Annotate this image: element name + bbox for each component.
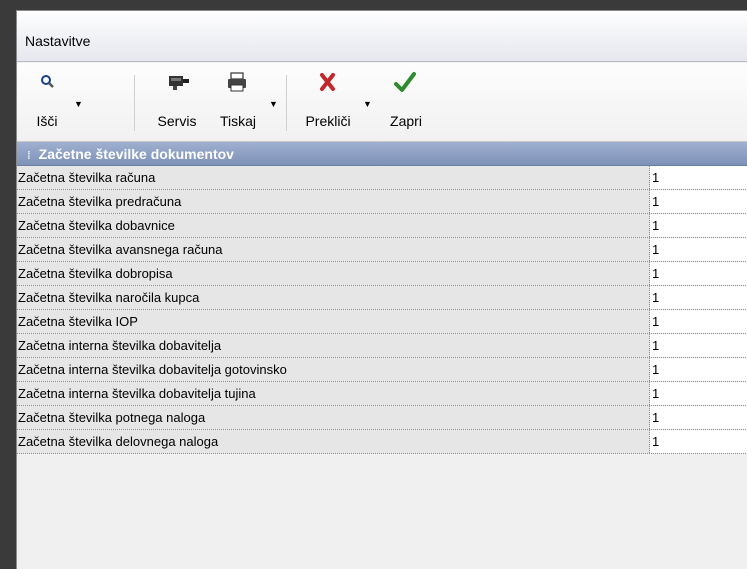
property-row[interactable]: Začetna interna številka dobavitelja got… [17, 358, 747, 382]
print-button-label: Tiskaj [219, 113, 257, 129]
tools-icon [147, 71, 207, 95]
collapse-grip-icon[interactable]: ⁞ [27, 150, 31, 162]
property-value[interactable]: 1 [650, 430, 747, 453]
toolbar-separator [134, 75, 135, 131]
search-icon [27, 71, 67, 95]
printer-icon [213, 71, 263, 95]
property-value[interactable]: 1 [650, 214, 747, 237]
property-label: Začetna številka računa [17, 166, 650, 189]
close-button[interactable]: Zapri [384, 71, 428, 131]
property-label: Začetna številka avansnega računa [17, 238, 650, 261]
title-bar: Nastavitve [17, 11, 747, 62]
search-dropdown-arrow[interactable]: ▼ [74, 99, 83, 109]
settings-window: Nastavitve Išči ▼ Servis Tiskaj ▼ Prekli… [16, 10, 747, 569]
property-value[interactable]: 1 [650, 166, 747, 189]
property-row[interactable]: Začetna številka predračuna 1 [17, 190, 747, 214]
cancel-button-label: Prekliči [305, 113, 351, 129]
search-button-label: Išči [36, 113, 58, 129]
window-title: Nastavitve [25, 33, 91, 49]
property-row[interactable]: Začetna interna številka dobavitelja tuj… [17, 382, 747, 406]
property-value[interactable]: 1 [650, 238, 747, 261]
property-value[interactable]: 1 [650, 334, 747, 357]
search-button[interactable]: Išči [27, 71, 67, 131]
property-row[interactable]: Začetna številka naročila kupca 1 [17, 286, 747, 310]
property-label: Začetna številka dobropisa [17, 262, 650, 285]
section-header[interactable]: ⁞ Začetne številke dokumentov [17, 142, 747, 166]
property-row[interactable]: Začetna številka potnega naloga 1 [17, 406, 747, 430]
property-label: Začetna številka predračuna [17, 190, 650, 213]
property-value[interactable]: 1 [650, 286, 747, 309]
checkmark-icon [384, 71, 428, 95]
property-row[interactable]: Začetna številka delovnega naloga 1 [17, 430, 747, 454]
property-row[interactable]: Začetna številka dobavnice 1 [17, 214, 747, 238]
property-label: Začetna interna številka dobavitelja tuj… [17, 382, 650, 405]
property-label: Začetna številka potnega naloga [17, 406, 650, 429]
property-label: Začetna številka naročila kupca [17, 286, 650, 309]
property-value[interactable]: 1 [650, 262, 747, 285]
service-button-label: Servis [157, 113, 197, 129]
property-value[interactable]: 1 [650, 310, 747, 333]
property-label: Začetna interna številka dobavitelja got… [17, 358, 650, 381]
property-value[interactable]: 1 [650, 358, 747, 381]
toolbar-separator [286, 75, 287, 131]
close-button-label: Zapri [390, 113, 422, 129]
toolbar: Išči ▼ Servis Tiskaj ▼ Prekliči ▼ Zapri [17, 63, 747, 142]
property-value[interactable]: 1 [650, 406, 747, 429]
property-row[interactable]: Začetna interna številka dobavitelja 1 [17, 334, 747, 358]
property-row[interactable]: Začetna številka dobropisa 1 [17, 262, 747, 286]
property-value[interactable]: 1 [650, 190, 747, 213]
property-label: Začetna interna številka dobavitelja [17, 334, 650, 357]
property-row[interactable]: Začetna številka IOP 1 [17, 310, 747, 334]
cancel-dropdown-arrow[interactable]: ▼ [363, 99, 372, 109]
property-label: Začetna številka delovnega naloga [17, 430, 650, 453]
property-label: Začetna številka IOP [17, 310, 650, 333]
print-dropdown-arrow[interactable]: ▼ [269, 99, 278, 109]
print-button[interactable]: Tiskaj [213, 71, 263, 131]
cancel-button[interactable]: Prekliči [299, 71, 357, 131]
property-value[interactable]: 1 [650, 382, 747, 405]
property-row[interactable]: Začetna številka računa 1 [17, 166, 747, 190]
service-button[interactable]: Servis [147, 71, 207, 131]
property-grid: ⁞ Začetne številke dokumentov Začetna šte… [17, 142, 747, 454]
property-rows: Začetna številka računa 1 Začetna številka… [17, 166, 747, 454]
property-label: Začetna številka dobavnice [17, 214, 650, 237]
property-row[interactable]: Začetna številka avansnega računa 1 [17, 238, 747, 262]
cancel-icon [299, 71, 357, 95]
section-title: Začetne številke dokumentov [38, 146, 234, 162]
